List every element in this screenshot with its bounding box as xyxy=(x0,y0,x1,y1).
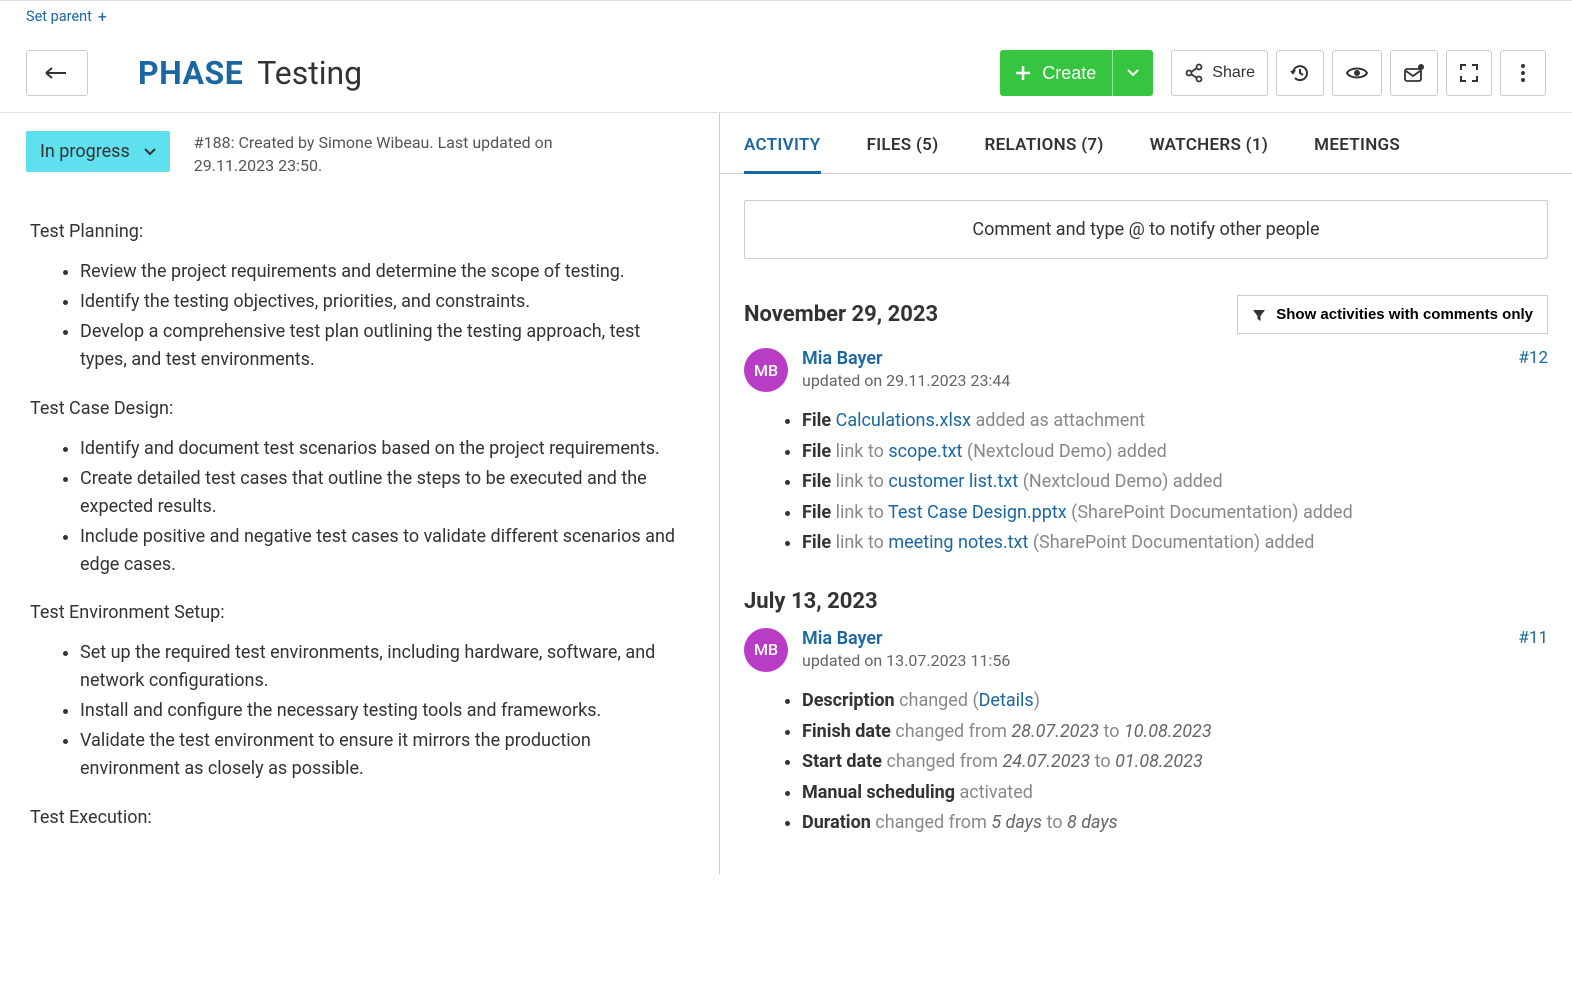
tab-activity[interactable]: ACTIVITY xyxy=(744,135,821,174)
back-button[interactable] xyxy=(26,50,88,96)
activity-date: July 13, 2023 xyxy=(744,589,878,614)
expand-icon xyxy=(1459,63,1479,83)
details-link[interactable]: Details xyxy=(979,690,1034,711)
activity-item: Description changed (Details) xyxy=(802,686,1548,717)
back-arrow-icon xyxy=(44,65,70,81)
eye-icon xyxy=(1345,65,1369,81)
filter-label: Show activities with comments only xyxy=(1276,306,1533,323)
create-label: Create xyxy=(1042,63,1096,84)
list-item: Review the project requirements and dete… xyxy=(80,258,689,286)
status-label: In progress xyxy=(40,141,130,162)
entry-number[interactable]: #12 xyxy=(1518,348,1548,368)
activity-item: File link to Test Case Design.pptx (Shar… xyxy=(802,498,1548,529)
list-item: Validate the test environment to ensure … xyxy=(80,727,689,783)
section-title: Test Case Design: xyxy=(30,398,689,419)
plus-icon: + xyxy=(98,7,107,26)
kebab-icon xyxy=(1520,63,1526,83)
page-title[interactable]: Testing xyxy=(257,54,362,92)
tab-meetings[interactable]: MEETINGS xyxy=(1314,135,1400,173)
file-link[interactable]: Calculations.xlsx xyxy=(836,410,971,431)
activity-date: November 29, 2023 xyxy=(744,302,938,327)
create-dropdown[interactable] xyxy=(1112,50,1153,96)
history-button[interactable] xyxy=(1276,50,1324,96)
activity-item: Manual scheduling activated xyxy=(802,778,1548,809)
fullscreen-button[interactable] xyxy=(1446,50,1492,96)
activity-item: File link to meeting notes.txt (SharePoi… xyxy=(802,528,1548,559)
chevron-down-icon xyxy=(1127,69,1139,77)
tab-watchers[interactable]: WATCHERS (1) xyxy=(1150,135,1268,173)
entry-number[interactable]: #11 xyxy=(1518,628,1548,648)
entry-time: updated on 29.11.2023 23:44 xyxy=(802,371,1010,390)
notification-button[interactable] xyxy=(1390,50,1438,96)
avatar[interactable]: MB xyxy=(744,348,788,392)
section-title: Test Environment Setup: xyxy=(30,602,689,623)
activity-item: File link to customer list.txt (Nextclou… xyxy=(802,467,1548,498)
right-panel: ACTIVITY FILES (5) RELATIONS (7) WATCHER… xyxy=(720,113,1572,874)
file-link[interactable]: Test Case Design.pptx xyxy=(888,502,1067,523)
list-item: Identify and document test scenarios bas… xyxy=(80,435,689,463)
user-link[interactable]: Mia Bayer xyxy=(802,628,1010,649)
tab-files[interactable]: FILES (5) xyxy=(867,135,939,173)
meta-info: #188: Created by Simone Wibeau. Last upd… xyxy=(194,131,634,177)
create-button[interactable]: Create xyxy=(1000,50,1153,96)
list-item: Develop a comprehensive test plan outlin… xyxy=(80,318,689,374)
filter-comments-button[interactable]: Show activities with comments only xyxy=(1237,295,1548,334)
filter-icon xyxy=(1252,308,1266,322)
tabs: ACTIVITY FILES (5) RELATIONS (7) WATCHER… xyxy=(720,113,1572,174)
work-package-type: PHASE xyxy=(138,54,243,92)
file-link[interactable]: scope.txt xyxy=(888,441,962,462)
activity-item: Finish date changed from 28.07.2023 to 1… xyxy=(802,717,1548,748)
file-link[interactable]: meeting notes.txt xyxy=(888,532,1028,553)
section-title: Test Planning: xyxy=(30,221,689,242)
comment-input[interactable]: Comment and type @ to notify other peopl… xyxy=(744,200,1548,259)
user-link[interactable]: Mia Bayer xyxy=(802,348,1010,369)
description: Test Planning: Review the project requir… xyxy=(26,221,689,827)
activity-item: File Calculations.xlsx added as attachme… xyxy=(802,406,1548,437)
mark-read-icon xyxy=(1403,63,1425,83)
set-parent-link[interactable]: Set parent + xyxy=(0,1,1572,32)
activity-item: File link to scope.txt (Nextcloud Demo) … xyxy=(802,437,1548,468)
activity-item: Duration changed from 5 days to 8 days xyxy=(802,808,1548,839)
list-item: Create detailed test cases that outline … xyxy=(80,465,689,521)
list-item: Include positive and negative test cases… xyxy=(80,523,689,579)
activity-entry: MB Mia Bayer updated on 13.07.2023 11:56… xyxy=(744,628,1548,839)
share-label: Share xyxy=(1212,64,1255,82)
list-item: Identify the testing objectives, priorit… xyxy=(80,288,689,316)
header-row: PHASE Testing Create Share xyxy=(0,32,1572,113)
list-item: Set up the required test environments, i… xyxy=(80,639,689,695)
avatar[interactable]: MB xyxy=(744,628,788,672)
entry-time: updated on 13.07.2023 11:56 xyxy=(802,651,1010,670)
activity-entry: MB Mia Bayer updated on 29.11.2023 23:44… xyxy=(744,348,1548,559)
file-link[interactable]: customer list.txt xyxy=(888,471,1018,492)
tab-relations[interactable]: RELATIONS (7) xyxy=(984,135,1103,173)
watch-button[interactable] xyxy=(1332,50,1382,96)
share-icon xyxy=(1184,63,1204,83)
history-icon xyxy=(1289,62,1311,84)
left-panel: In progress #188: Created by Simone Wibe… xyxy=(0,113,720,874)
share-button[interactable]: Share xyxy=(1171,50,1268,96)
section-title: Test Execution: xyxy=(30,807,689,828)
list-item: Install and configure the necessary test… xyxy=(80,697,689,725)
more-button[interactable] xyxy=(1500,50,1546,96)
set-parent-label: Set parent xyxy=(26,8,92,25)
plus-icon xyxy=(1014,64,1032,82)
activity-item: Start date changed from 24.07.2023 to 01… xyxy=(802,747,1548,778)
chevron-down-icon xyxy=(144,148,156,156)
status-dropdown[interactable]: In progress xyxy=(26,131,170,172)
